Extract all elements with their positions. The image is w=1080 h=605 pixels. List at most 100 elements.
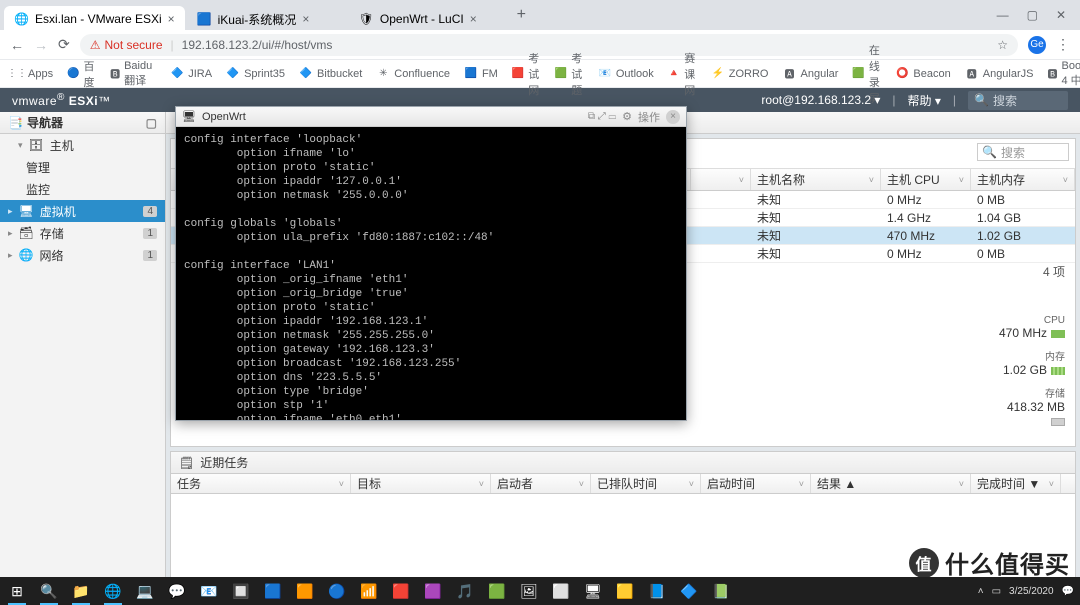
bookmark-item[interactable]: ⋮⋮Apps [10,67,53,81]
browser-tab-0[interactable]: 🌐 Esxi.lan - VMware ESXi × [4,6,185,32]
console-titlebar[interactable]: 🖥 OpenWrt ⧉ ⤢ ▭ ⚙ 操作 × [176,107,686,127]
taskbar-app-icon[interactable]: ⬜ [550,580,572,602]
taskbar-app-icon[interactable]: 🟩 [486,580,508,602]
taskbar-app-icon[interactable]: 🎵 [454,580,476,602]
nav-storage[interactable]: ▸ 🗃 存储 1 [0,222,165,244]
chevron-right-icon[interactable]: ▸ [8,250,13,261]
td-host: 未知 [751,245,881,262]
taskbar-app-icon[interactable]: 📁 [70,580,92,602]
th-cpu[interactable]: 主机 CPU˅ [881,169,971,190]
taskbar-app-icon[interactable]: 🟪 [422,580,444,602]
bookmark-item[interactable]: 🔺赛课网 [668,50,697,98]
nav-manage[interactable]: 管理 [0,156,165,178]
rt-col[interactable]: 启动者˅ [491,474,591,493]
chevron-down-icon[interactable]: ▾ [18,140,23,151]
bookmark-item[interactable]: ⭕Beacon [895,67,950,81]
star-icon[interactable]: ☆ [997,38,1008,52]
taskbar-app-icon[interactable]: 🌐 [102,580,124,602]
minimize-icon[interactable]: — [997,8,1009,22]
rt-col[interactable]: 完成时间 ▼˅ [971,474,1061,493]
bookmark-item[interactable]: ✳Confluence [376,67,450,81]
bookmark-item[interactable]: 🔵百度 [67,58,96,90]
rt-col[interactable]: 目标˅ [351,474,491,493]
td-cpu: 1.4 GHz [881,209,971,226]
vm-console-window[interactable]: 🖥 OpenWrt ⧉ ⤢ ▭ ⚙ 操作 × config interface … [175,106,687,421]
bookmark-item[interactable]: 🟩考试题 [555,50,584,98]
taskbar-app-icon[interactable]: 🔷 [678,580,700,602]
bookmark-item[interactable]: 🟦FM [464,67,498,81]
rt-col[interactable]: 任务˅ [171,474,351,493]
window-restore-icon[interactable]: ⧉ ⤢ ▭ [588,111,616,122]
taskbar-app-icon[interactable]: 🔵 [326,580,348,602]
profile-avatar[interactable]: Ge [1028,36,1046,54]
close-icon[interactable]: × [470,12,477,26]
close-icon[interactable]: ✕ [1056,8,1066,22]
bookmark-item[interactable]: 🔷JIRA [170,67,212,81]
back-button[interactable]: ← [10,37,24,53]
taskbar-app-icon[interactable]: 📶 [358,580,380,602]
bookmark-item[interactable]: ⚡ZORRO [711,67,769,81]
esxi-search-input[interactable]: 🔍 搜索 [968,91,1068,110]
system-tray[interactable]: ˄ ▭ 3/25/2020 💬 [978,586,1074,597]
th-col1[interactable]: ˅ [691,169,751,190]
taskbar-app-icon[interactable]: 🖼 [518,580,540,602]
taskbar-app-icon[interactable]: 🔲 [230,580,252,602]
chevron-right-icon[interactable]: ▸ [8,206,13,217]
new-tab-button[interactable]: + [517,6,526,24]
gear-icon[interactable]: ⚙ [622,110,632,123]
taskbar-app-icon[interactable]: ⊞ [6,580,28,602]
nav-monitor[interactable]: 监控 [0,178,165,200]
rt-col[interactable]: 结果 ▲˅ [811,474,971,493]
maximize-icon[interactable]: ▢ [1027,8,1038,22]
collapse-icon[interactable]: ▢ [146,116,157,130]
bookmark-item[interactable]: 🔷Sprint35 [226,67,285,81]
rt-col[interactable]: 启动时间˅ [701,474,811,493]
bookmark-item[interactable]: 🅱Baidu翻译 [110,60,156,88]
help-menu[interactable]: 帮助 ▾ [908,92,941,109]
bookmark-icon: 🔷 [299,67,313,81]
browser-tab-2[interactable]: 🛡 OpenWrt - LuCI × [349,6,509,32]
bookmark-item[interactable]: 🅱Bootstrap 4 中文 [1048,60,1080,88]
rt-col[interactable]: 已排队时间˅ [591,474,701,493]
taskbar-app-icon[interactable]: 🔍 [38,580,60,602]
forward-button[interactable]: → [34,37,48,53]
close-icon[interactable]: × [168,12,175,26]
menu-icon[interactable]: ⋮ [1056,36,1070,53]
th-hostname[interactable]: 主机名称˅ [751,169,881,190]
tray-indicator[interactable]: ▭ [992,586,1001,597]
taskbar-app-icon[interactable]: 📘 [646,580,668,602]
chevron-right-icon[interactable]: ▸ [8,228,13,239]
taskbar-app-icon[interactable]: 🟦 [262,580,284,602]
taskbar-app-icon[interactable]: 🖥 [582,580,604,602]
browser-tab-1[interactable]: 🟦 iKuai-系统概况 × [187,6,347,32]
bookmark-item[interactable]: 🔷Bitbucket [299,67,362,81]
ops-label[interactable]: 操作 [638,109,660,125]
security-indicator[interactable]: ⚠ Not secure [90,38,163,52]
taskbar-app-icon[interactable]: 📧 [198,580,220,602]
bookmark-item[interactable]: 🅰Angular [783,67,839,81]
taskbar-app-icon[interactable]: 💻 [134,580,156,602]
taskbar-app-icon[interactable]: 🟧 [294,580,316,602]
taskbar-app-icon[interactable]: 📗 [710,580,732,602]
taskbar-app-icon[interactable]: 💬 [166,580,188,602]
notifications-icon[interactable]: 💬 [1062,586,1074,597]
close-icon[interactable]: × [666,110,680,124]
taskbar-app-icon[interactable]: 🟨 [614,580,636,602]
close-icon[interactable]: × [302,12,309,26]
nav-host[interactable]: ▾ 🗄 主机 [0,134,165,156]
bookmark-icon: 🟦 [464,67,478,81]
tray-up-icon[interactable]: ˄ [978,586,984,597]
recent-tasks-header[interactable]: 🗒 近期任务 [171,452,1075,474]
bookmark-item[interactable]: 🅰AngularJS [965,67,1034,81]
taskbar-app-icon[interactable]: 🟥 [390,580,412,602]
td-mem: 1.02 GB [971,227,1075,244]
nav-network[interactable]: ▸ 🌐 网络 1 [0,244,165,266]
console-terminal[interactable]: config interface 'loopback' option ifnam… [176,127,686,420]
nav-vms[interactable]: ▸ 🖥 虚拟机 4 [0,200,165,222]
bookmark-item[interactable]: 🟥考试网 [512,50,541,98]
th-mem[interactable]: 主机内存˅ [971,169,1075,190]
quick-search-input[interactable]: 🔍 搜索 [977,143,1069,161]
bookmark-item[interactable]: 📧Outlook [598,67,654,81]
reload-button[interactable]: ⟳ [58,36,70,53]
user-menu[interactable]: root@192.168.123.2 ▾ [761,93,880,107]
